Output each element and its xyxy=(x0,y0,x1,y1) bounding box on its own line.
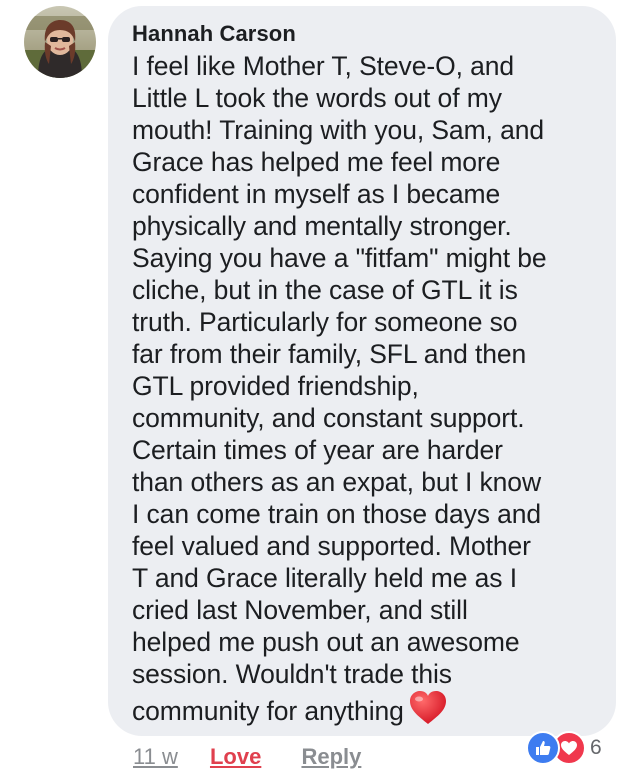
heart-emoji-icon xyxy=(408,690,448,733)
avatar-photo xyxy=(24,6,96,78)
comment: Hannah Carson I feel like Mother T, Stev… xyxy=(0,0,640,770)
love-button[interactable]: Love xyxy=(210,742,261,770)
comment-text: I feel like Mother T, Steve-O, and Littl… xyxy=(132,51,547,726)
comment-body: I feel like Mother T, Steve-O, and Littl… xyxy=(132,50,604,733)
reaction-count: 6 xyxy=(590,736,602,759)
comment-bubble: Hannah Carson I feel like Mother T, Stev… xyxy=(108,6,616,736)
reply-button[interactable]: Reply xyxy=(301,742,361,770)
comment-author[interactable]: Hannah Carson xyxy=(132,20,604,48)
reactions-summary[interactable]: 6 xyxy=(526,731,602,765)
avatar[interactable] xyxy=(24,6,96,78)
comment-actions: 11 w Love Reply xyxy=(133,742,361,770)
like-icon xyxy=(526,731,560,765)
comment-timestamp[interactable]: 11 w xyxy=(133,742,178,770)
